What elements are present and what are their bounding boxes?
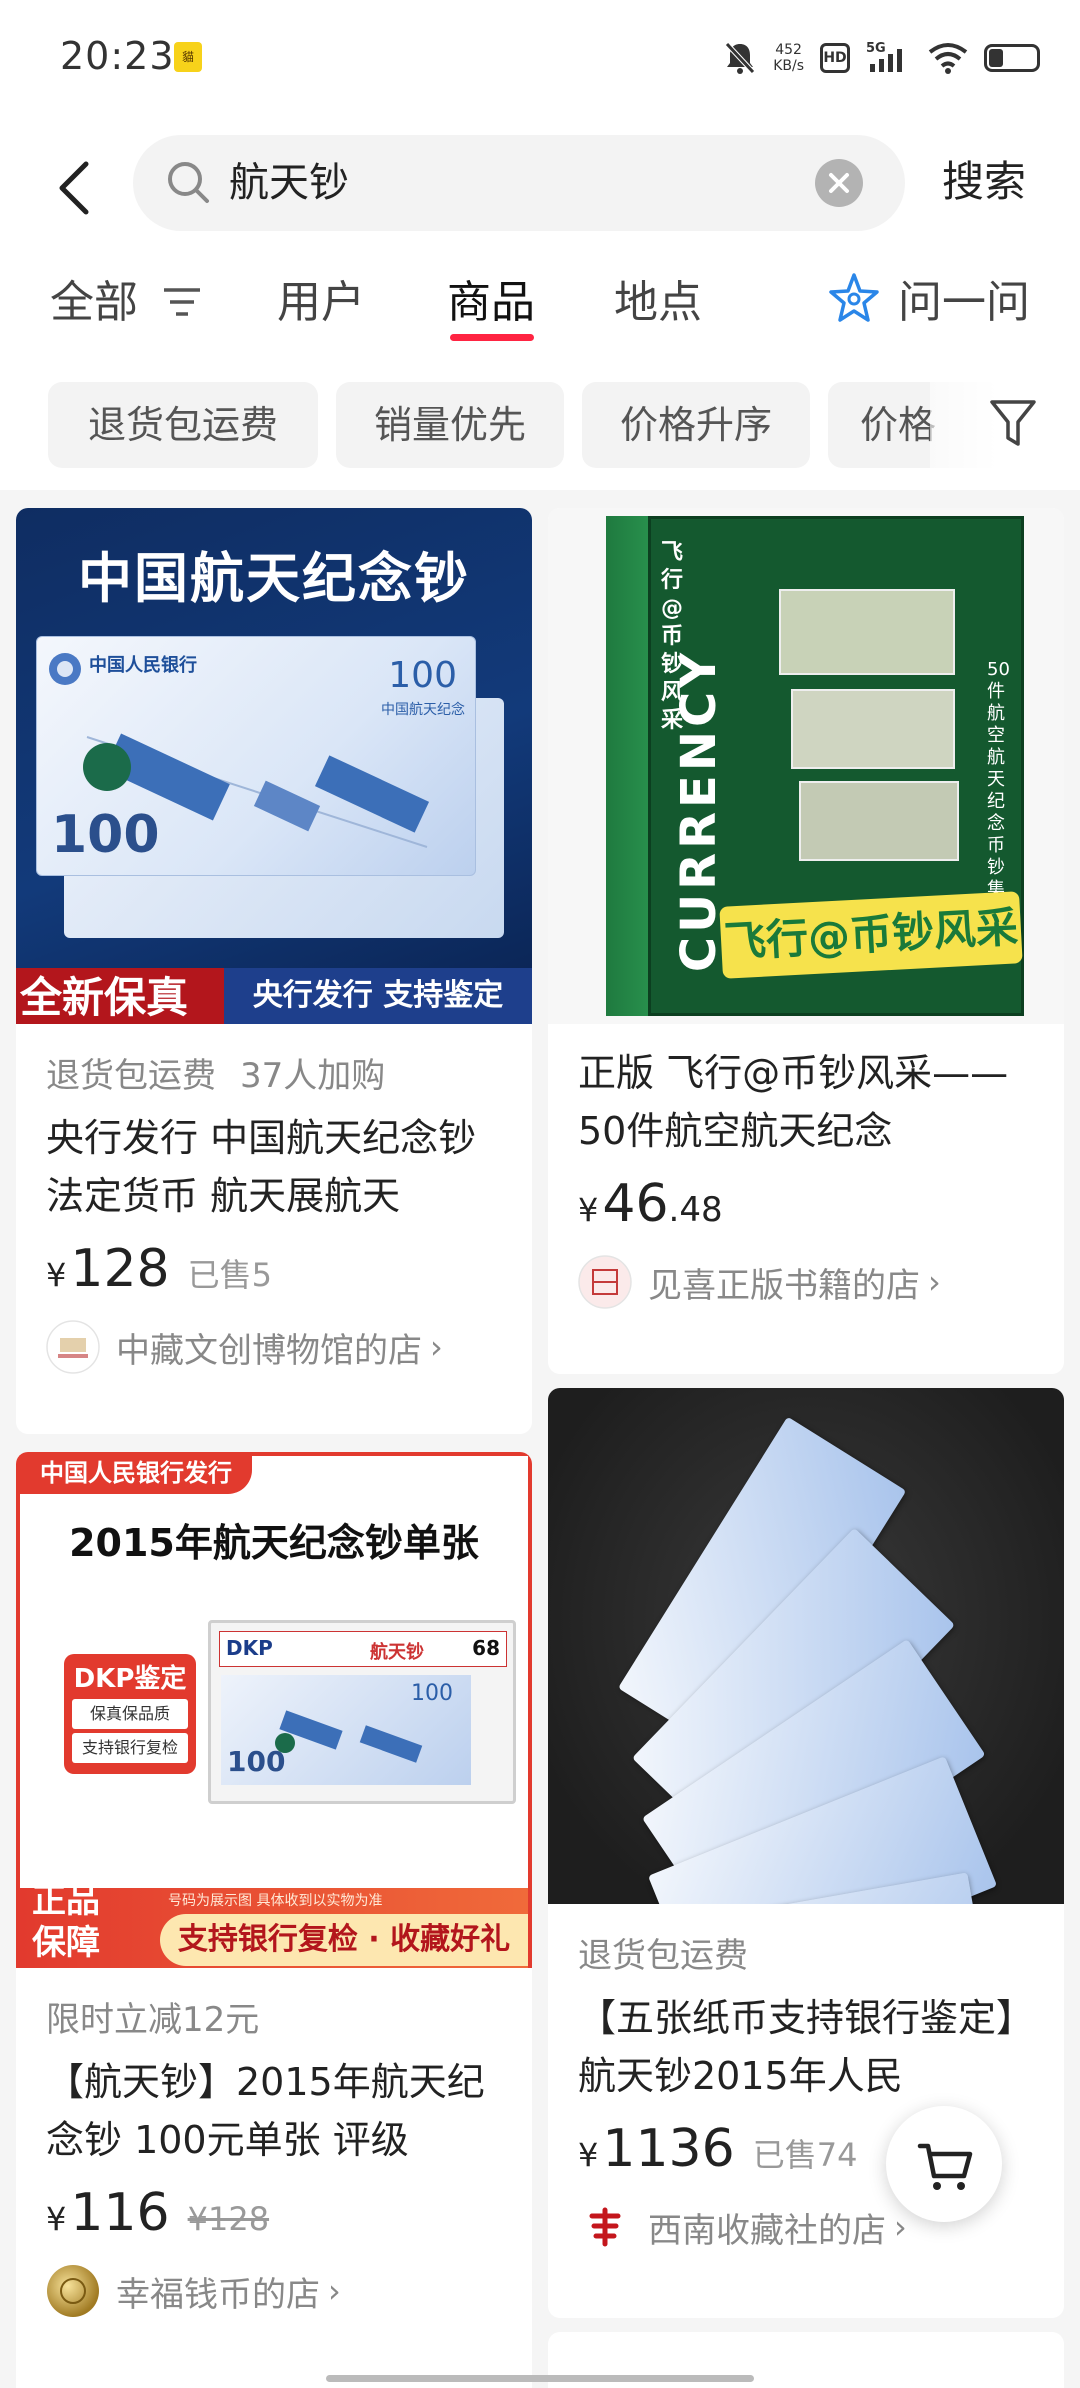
chip-free-return[interactable]: 退货包运费	[48, 382, 318, 468]
shop-link[interactable]: 见喜正版书籍的店 ›	[578, 1254, 1034, 1310]
tab-users[interactable]: 用户	[277, 266, 365, 330]
active-tab-indicator	[450, 334, 534, 341]
back-icon[interactable]	[52, 158, 96, 218]
search-box[interactable]	[133, 135, 905, 231]
original-price: ¥128	[187, 2200, 270, 2238]
product-title[interactable]: 央行发行 中国航天纪念钞 法定货币 航天展航天	[46, 1109, 502, 1225]
search-icon	[168, 162, 209, 203]
sort-lines-icon[interactable]	[160, 282, 204, 322]
search-header: 搜索	[0, 118, 1080, 248]
shop-avatar	[46, 1320, 100, 1374]
app-notification-icon: 貓	[174, 42, 202, 72]
signal-5g-icon: 5G	[866, 41, 902, 72]
product-tags: 退货包运费 37人加购	[46, 1048, 502, 1097]
search-button[interactable]: 搜索	[942, 148, 1026, 209]
graded-slab: DKP 航天钞 68 100 100	[208, 1620, 516, 1804]
shop-avatar	[579, 2201, 631, 2253]
product-tags: 限时立减12元	[46, 1992, 502, 2041]
card-body: 限时立减12元 【航天钞】2015年航天纪念钞 100元单张 评级 ¥ 116 …	[16, 1992, 532, 2319]
tag-added-cart: 37人加购	[240, 1056, 386, 1096]
home-indicator[interactable]	[326, 2375, 754, 2382]
banknote-front: 中国人民银行 100 中国航天纪念 100	[36, 636, 476, 876]
product-card[interactable]: 中国人民银行发行 2015年航天纪念钞单张 DKP鉴定 保真保品质 支持银行复检…	[16, 1452, 532, 2388]
image-banner: 号码为展示图 具体收到以实物为准 正品 保障 支持银行复检 · 收藏好礼	[20, 1881, 528, 1968]
battery-icon	[984, 44, 1040, 72]
product-title[interactable]: 正版 飞行@币钞风采——50件航空航天纪念	[578, 1044, 1034, 1160]
sold-count: 已售74	[752, 2136, 858, 2174]
product-card[interactable]: 飞行@币钞风采 CURRENCY 50件航空航天纪念币钞集 飞行@币钞风采 正版…	[548, 508, 1064, 1374]
spacecraft-illustration	[275, 1710, 423, 1763]
wifi-icon	[928, 43, 968, 74]
shop-name: 见喜正版书籍的店	[648, 1265, 920, 1306]
price: ¥ 128 已售5	[46, 1239, 272, 1299]
product-image[interactable]: 飞行@币钞风采 CURRENCY 50件航空航天纪念币钞集 飞行@币钞风采	[548, 508, 1064, 1024]
chevron-right-icon: ›	[928, 1263, 941, 1301]
price-value: 1136	[602, 2119, 735, 2179]
card-body: 退货包运费 37人加购 央行发行 中国航天纪念钞 法定货币 航天展航天 ¥ 128…	[16, 1048, 532, 1375]
clear-icon[interactable]	[815, 159, 863, 207]
cart-icon	[917, 2143, 973, 2190]
chip-price-asc[interactable]: 价格升序	[582, 382, 810, 468]
tab-products[interactable]: 商品	[447, 266, 535, 330]
tag-free-return: 退货包运费	[578, 1936, 748, 1976]
emblem-icon	[49, 653, 81, 685]
product-title[interactable]: 【航天钞】2015年航天纪念钞 100元单张 评级	[46, 2053, 502, 2169]
svg-text:5G: 5G	[866, 41, 886, 56]
tab-all[interactable]: 全部	[50, 266, 138, 330]
chevron-right-icon: ›	[430, 1328, 443, 1366]
note-thumb	[799, 781, 959, 861]
shop-name: 中藏文创博物馆的店	[116, 1330, 422, 1371]
card-body: 正版 飞行@币钞风采——50件航空航天纪念 ¥ 46 .48 见喜正版书籍的店 …	[548, 1044, 1064, 1310]
ask-star-icon[interactable]	[828, 272, 880, 324]
chevron-right-icon: ›	[328, 2272, 341, 2310]
shop-avatar	[578, 1255, 632, 1309]
product-image[interactable]: 100	[548, 1388, 1064, 1904]
hd-icon: HD	[820, 43, 850, 73]
shop-link[interactable]: 幸福钱币的店 ›	[46, 2263, 502, 2319]
filter-chips: 退货包运费 销量优先 价格升序 价格	[0, 380, 1080, 472]
network-speed: 452 KB/s	[773, 42, 804, 74]
sold-count: 已售5	[187, 1256, 272, 1294]
price: ¥ 46 .48	[578, 1174, 723, 1234]
tag-free-return: 退货包运费	[46, 1056, 216, 1096]
cart-button[interactable]	[886, 2106, 1002, 2222]
price-value: 46	[602, 1174, 669, 1234]
note-thumb	[779, 589, 955, 675]
product-card[interactable]: 中国航天纪念钞 中国人民银行 100 中国航天纪念 100 全新保真 央行发行 …	[16, 508, 532, 1434]
product-tags: 退货包运费	[578, 1928, 1034, 1977]
product-image[interactable]: 中国人民银行发行 2015年航天纪念钞单张 DKP鉴定 保真保品质 支持银行复检…	[16, 1452, 532, 1968]
book-cover-title: 飞行@币钞风采	[719, 891, 1023, 979]
product-feed: 中国航天纪念钞 中国人民银行 100 中国航天纪念 100 全新保真 央行发行 …	[0, 490, 1080, 2388]
shop-link[interactable]: 中藏文创博物馆的店 ›	[46, 1319, 502, 1375]
product-image[interactable]: 中国航天纪念钞 中国人民银行 100 中国航天纪念 100 全新保真 央行发行 …	[16, 508, 532, 1024]
status-icons: 452 KB/s HD 5G	[723, 36, 1040, 80]
tag-discount: 限时立减12元	[46, 2000, 260, 2040]
category-tabs: 全部 用户 商品 地点 问一问	[0, 248, 1080, 358]
note-thumb	[791, 689, 955, 769]
price-value: 128	[70, 1239, 170, 1299]
search-input[interactable]	[229, 135, 809, 231]
shop-name: 幸福钱币的店	[116, 2274, 320, 2315]
status-time: 20:23	[60, 34, 175, 78]
shop-name: 西南收藏社的店	[648, 2210, 886, 2251]
tab-places[interactable]: 地点	[614, 266, 702, 330]
dkp-badge: DKP鉴定 保真保品质 支持银行复检	[64, 1654, 196, 1774]
chip-sales-first[interactable]: 销量优先	[336, 382, 564, 468]
filter-funnel-icon[interactable]	[988, 396, 1038, 450]
price: ¥ 116 ¥128	[46, 2183, 270, 2243]
price-decimal: .48	[668, 1190, 723, 1230]
product-title[interactable]: 【五张纸币支持银行鉴定】航天钞2015年人民	[578, 1989, 1034, 2105]
image-headline: 中国航天纪念钞	[78, 546, 470, 610]
image-banner: 全新保真 央行发行 支持鉴定	[16, 968, 532, 1024]
ask-button[interactable]: 问一问	[898, 266, 1030, 330]
price-value: 116	[70, 2183, 170, 2243]
shop-avatar	[47, 2265, 99, 2317]
book-cover: 飞行@币钞风采 CURRENCY 50件航空航天纪念币钞集 飞行@币钞风采	[648, 516, 1024, 1016]
mute-bell-icon	[725, 42, 756, 74]
status-bar: 20:23 貓 452 KB/s HD 5G	[0, 0, 1080, 118]
